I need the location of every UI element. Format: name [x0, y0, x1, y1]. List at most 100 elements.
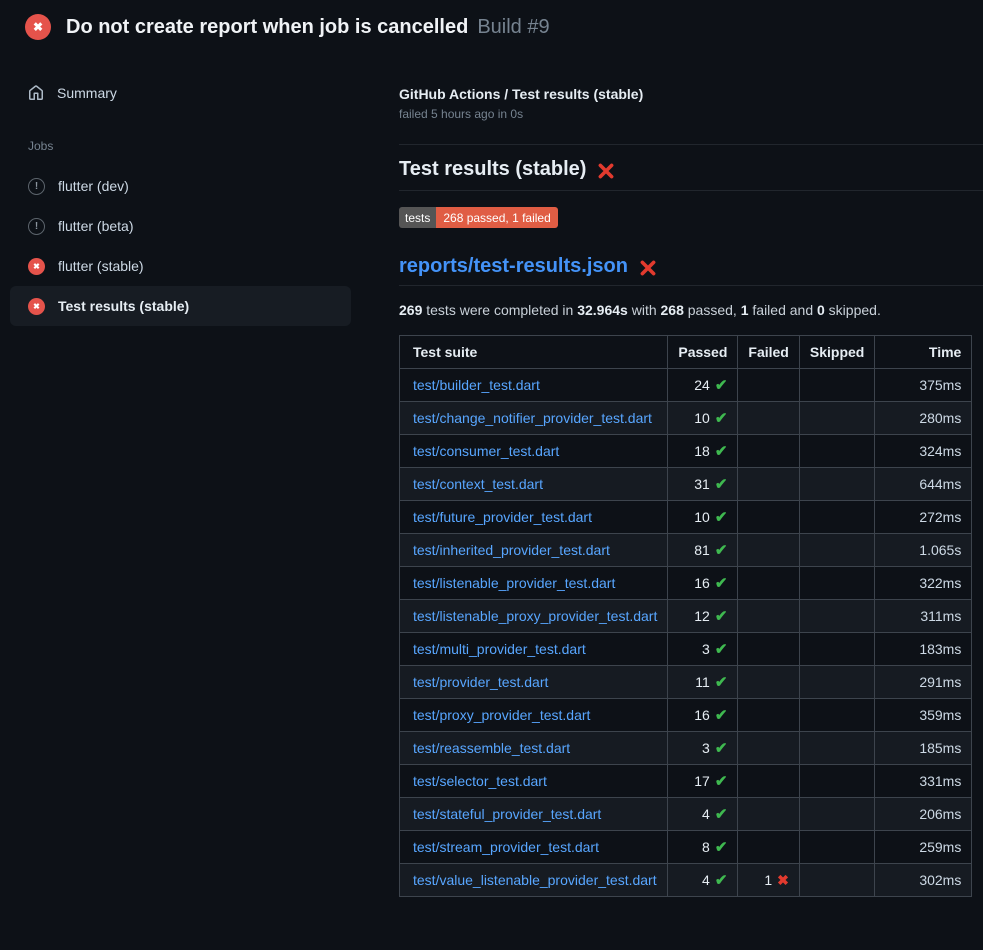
failed-cell: [738, 369, 799, 402]
skipped-cell: [799, 666, 874, 699]
suite-link[interactable]: test/provider_test.dart: [413, 674, 548, 690]
suite-link[interactable]: test/change_notifier_provider_test.dart: [413, 410, 652, 426]
failed-cell: 1✖: [738, 864, 799, 897]
skipped-cell: [799, 864, 874, 897]
skipped-cell: [799, 567, 874, 600]
cancelled-status-icon: !: [28, 178, 45, 195]
sidebar-item-label: flutter (stable): [58, 258, 144, 274]
table-row: test/multi_provider_test.dart3✔183ms: [400, 633, 972, 666]
suite-link[interactable]: test/consumer_test.dart: [413, 443, 559, 459]
sidebar-item-label: flutter (dev): [58, 178, 129, 194]
time-cell: 324ms: [875, 435, 972, 468]
time-cell: 291ms: [875, 666, 972, 699]
time-cell: 185ms: [875, 732, 972, 765]
passed-cell: 16 ✔: [668, 699, 738, 732]
report-heading: reports/test-results.json: [399, 256, 983, 286]
section-heading: Test results (stable): [399, 161, 983, 191]
passed-cell: 24✔: [668, 369, 738, 402]
passed-count: 10: [694, 509, 710, 525]
skipped-cell: [799, 369, 874, 402]
sidebar-item-test-results-stable[interactable]: ✖Test results (stable): [10, 286, 351, 326]
failed-cell: [738, 831, 799, 864]
check-icon: ✔: [715, 872, 728, 889]
passed-cell: 4✔: [668, 864, 738, 897]
check-icon: ✔: [715, 740, 728, 757]
suite-link[interactable]: test/inherited_provider_test.dart: [413, 542, 610, 558]
time-cell: 1.065s: [875, 534, 972, 567]
column-header-skipped: Skipped: [799, 336, 874, 369]
time-cell: 206ms: [875, 798, 972, 831]
table-row: test/change_notifier_provider_test.dart 1…: [400, 402, 972, 435]
passed-count: 4: [702, 872, 710, 888]
check-icon: ✔: [715, 839, 728, 856]
sidebar-item-flutter-beta[interactable]: !flutter (beta): [10, 206, 351, 246]
passed-cell: 10✔: [668, 402, 738, 435]
passed-cell: 18✔: [668, 435, 738, 468]
summary-number: 1: [741, 302, 749, 318]
check-icon: ✔: [715, 377, 728, 394]
passed-count: 4: [702, 806, 710, 822]
fail-cross-icon: [597, 162, 615, 180]
passed-count: 16: [694, 707, 710, 723]
suite-link[interactable]: test/reassemble_test.dart: [413, 740, 570, 756]
sidebar-item-flutter-stable[interactable]: ✖flutter (stable): [10, 246, 351, 286]
results-table: Test suite Passed Failed Skipped Time te…: [399, 335, 972, 897]
check-icon: ✔: [715, 707, 728, 724]
summary-fragment: passed,: [684, 302, 741, 318]
summary-label: Summary: [57, 85, 117, 101]
suite-link[interactable]: test/future_provider_test.dart: [413, 509, 592, 525]
column-header-failed: Failed: [738, 336, 799, 369]
table-header-row: Test suite Passed Failed Skipped Time: [400, 336, 972, 369]
passed-cell: 10✔: [668, 501, 738, 534]
summary-fragment: tests were completed in: [422, 302, 577, 318]
sidebar-item-label: flutter (beta): [58, 218, 133, 234]
suite-cell: test/stream_provider_test.dart: [400, 831, 668, 864]
main-content: GitHub Actions / Test results (stable) f…: [399, 86, 983, 897]
failed-cell: [738, 798, 799, 831]
check-icon: ✔: [715, 674, 728, 691]
suite-cell: test/multi_provider_test.dart: [400, 633, 668, 666]
summary-number: 0: [817, 302, 825, 318]
suite-link[interactable]: test/proxy_provider_test.dart: [413, 707, 590, 723]
column-header-test-suite: Test suite: [400, 336, 668, 369]
jobs-list: !flutter (dev)!flutter (beta)✖flutter (s…: [0, 166, 391, 326]
suite-link[interactable]: test/builder_test.dart: [413, 377, 540, 393]
suite-link[interactable]: test/listenable_proxy_provider_test.dart: [413, 608, 657, 624]
table-row: test/reassemble_test.dart3✔185ms: [400, 732, 972, 765]
time-cell: 272ms: [875, 501, 972, 534]
suite-cell: test/provider_test.dart: [400, 666, 668, 699]
sidebar: Summary Jobs !flutter (dev)!flutter (bet…: [0, 0, 391, 326]
passed-count: 31: [694, 476, 710, 492]
table-row: test/future_provider_test.dart 10✔ 272ms: [400, 501, 972, 534]
suite-link[interactable]: test/stream_provider_test.dart: [413, 839, 599, 855]
suite-link[interactable]: test/stateful_provider_test.dart: [413, 806, 601, 822]
sidebar-item-summary[interactable]: Summary: [0, 73, 391, 113]
failed-status-icon: ✖: [28, 298, 45, 315]
header-divider: [399, 144, 983, 145]
suite-cell: test/future_provider_test.dart: [400, 501, 668, 534]
suite-link[interactable]: test/value_listenable_provider_test.dart: [413, 872, 657, 888]
failed-cell: [738, 633, 799, 666]
time-cell: 302ms: [875, 864, 972, 897]
table-row: test/stateful_provider_test.dart4✔206ms: [400, 798, 972, 831]
skipped-cell: [799, 435, 874, 468]
suite-link[interactable]: test/listenable_provider_test.dart: [413, 575, 615, 591]
passed-count: 8: [702, 839, 710, 855]
check-icon: ✔: [715, 773, 728, 790]
passed-cell: 17✔: [668, 765, 738, 798]
failed-cell: [738, 666, 799, 699]
sidebar-item-flutter-dev[interactable]: ! flutter (dev): [10, 166, 351, 206]
suite-link[interactable]: test/selector_test.dart: [413, 773, 547, 789]
badge-value: 268 passed, 1 failed: [436, 207, 557, 228]
suite-link[interactable]: test/context_test.dart: [413, 476, 543, 492]
check-icon: ✔: [715, 641, 728, 658]
report-file-link[interactable]: reports/test-results.json: [399, 255, 628, 278]
passed-count: 81: [694, 542, 710, 558]
failed-cell: [738, 567, 799, 600]
skipped-cell: [799, 798, 874, 831]
suite-cell: test/inherited_provider_test.dart: [400, 534, 668, 567]
suite-link[interactable]: test/multi_provider_test.dart: [413, 641, 586, 657]
failed-cell: [738, 501, 799, 534]
column-header-time: Time: [875, 336, 972, 369]
table-row: test/listenable_proxy_provider_test.dart…: [400, 600, 972, 633]
